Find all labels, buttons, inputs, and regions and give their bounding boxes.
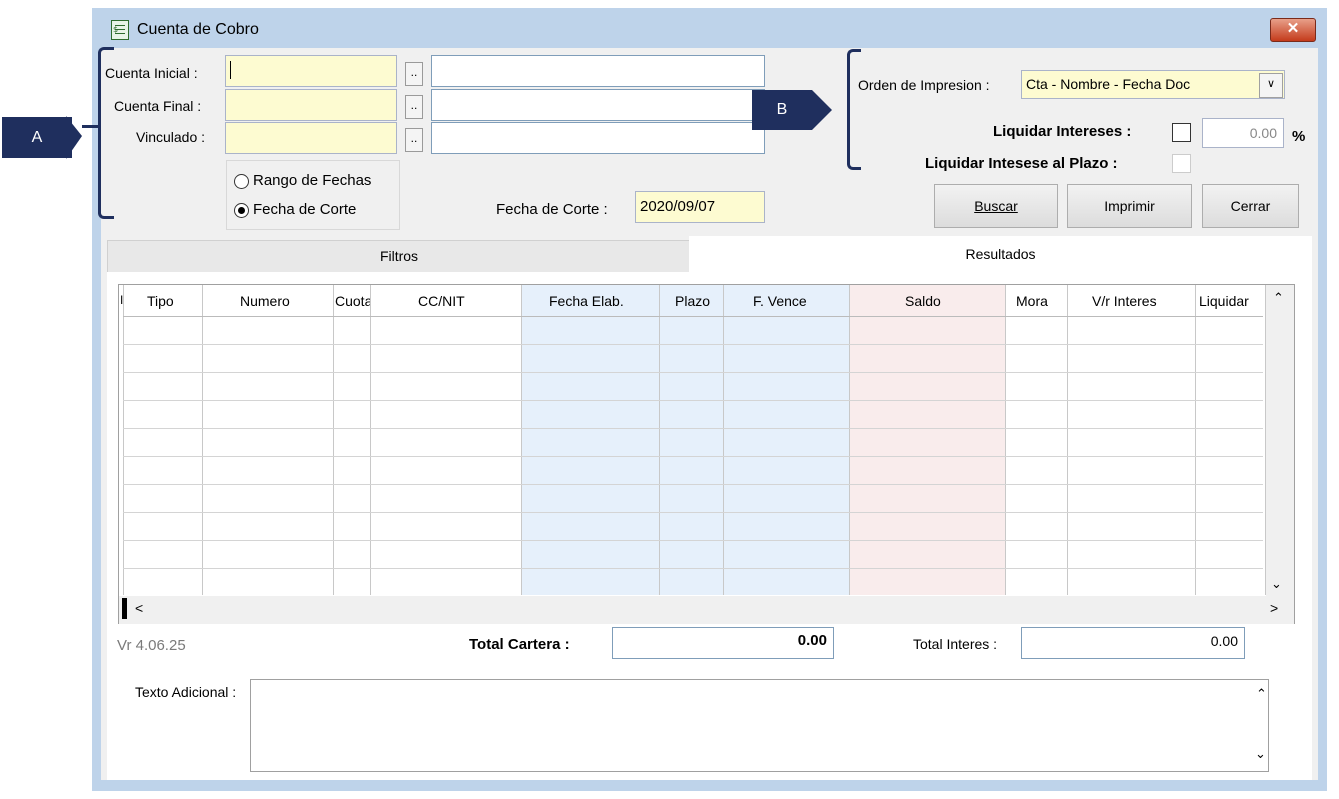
header-tipo[interactable]: Tipo bbox=[147, 293, 174, 309]
interest-rate-input[interactable]: 0.00 bbox=[1202, 118, 1284, 148]
scroll-up-icon[interactable]: ⌃ bbox=[1273, 290, 1284, 306]
results-table[interactable]: I Tipo Numero Cuota CC/NIT Fecha Elab. P… bbox=[118, 284, 1295, 624]
table-row[interactable] bbox=[123, 512, 1263, 513]
col-saldo bbox=[850, 285, 1006, 595]
callout-b-label: B bbox=[752, 90, 812, 130]
table-row[interactable] bbox=[123, 428, 1263, 429]
cuenta-inicial-name-field bbox=[431, 55, 765, 87]
cuenta-inicial-label: Cuenta Inicial : bbox=[105, 65, 198, 81]
scroll-thumb[interactable] bbox=[122, 598, 127, 619]
header-f-vence[interactable]: F. Vence bbox=[753, 293, 807, 309]
date-mode-group bbox=[226, 160, 400, 230]
svg-text:$: $ bbox=[113, 25, 118, 34]
col-fecha-elab bbox=[522, 285, 660, 595]
texto-adicional-textarea[interactable] bbox=[250, 679, 1269, 772]
table-row[interactable] bbox=[123, 400, 1263, 401]
close-button[interactable]: ✕ bbox=[1270, 18, 1316, 42]
col-mora bbox=[1006, 285, 1068, 595]
header-saldo[interactable]: Saldo bbox=[905, 293, 941, 309]
chevron-down-icon[interactable]: ∨ bbox=[1259, 73, 1283, 98]
col-ccnit bbox=[371, 285, 522, 595]
callout-a-tick bbox=[82, 125, 98, 128]
vinculado-name-field bbox=[431, 122, 765, 154]
textarea-scroll-down-icon[interactable]: ⌄ bbox=[1255, 746, 1266, 762]
callout-b-arrow bbox=[812, 90, 832, 130]
col-liquidar bbox=[1196, 285, 1266, 595]
col-cuota bbox=[334, 285, 371, 595]
header-vr-interes[interactable]: V/r Interes bbox=[1092, 293, 1157, 309]
header-divider bbox=[123, 316, 1263, 317]
callout-a-arrow bbox=[66, 116, 82, 159]
buscar-button[interactable]: Buscar bbox=[934, 184, 1058, 228]
header-ccnit[interactable]: CC/NIT bbox=[418, 293, 465, 309]
liquidar-plazo-checkbox[interactable] bbox=[1172, 154, 1191, 173]
table-row[interactable] bbox=[123, 456, 1263, 457]
vertical-scrollbar[interactable] bbox=[1266, 285, 1294, 600]
header-cuota[interactable]: Cuota bbox=[335, 293, 370, 309]
cuenta-final-label: Cuenta Final : bbox=[114, 98, 202, 114]
cuenta-inicial-input[interactable] bbox=[225, 55, 397, 87]
vinculado-lookup-button[interactable]: .. bbox=[405, 128, 423, 152]
callout-a-label: A bbox=[2, 117, 72, 158]
col-vr-interes bbox=[1068, 285, 1196, 595]
col-numero bbox=[203, 285, 334, 595]
rango-fechas-label[interactable]: Rango de Fechas bbox=[253, 172, 371, 189]
header-liquidar[interactable]: Liquidar bbox=[1199, 293, 1263, 309]
table-row[interactable] bbox=[123, 568, 1263, 569]
table-row[interactable] bbox=[123, 484, 1263, 485]
fecha-corte-radio-label[interactable]: Fecha de Corte bbox=[253, 201, 356, 218]
cerrar-button[interactable]: Cerrar bbox=[1202, 184, 1299, 228]
col-f-vence bbox=[724, 285, 850, 595]
callout-b-bracket bbox=[847, 49, 861, 170]
liquidar-plazo-label: Liquidar Intesese al Plazo : bbox=[925, 155, 1118, 172]
col-plazo bbox=[660, 285, 724, 595]
orden-impresion-select[interactable]: Cta - Nombre - Fecha Doc bbox=[1021, 70, 1285, 99]
liquidar-intereses-checkbox[interactable] bbox=[1172, 123, 1191, 142]
cuenta-inicial-lookup-button[interactable]: .. bbox=[405, 62, 423, 86]
table-row[interactable] bbox=[123, 372, 1263, 373]
textarea-scroll-up-icon[interactable]: ⌃ bbox=[1256, 686, 1267, 702]
header-numero[interactable]: Numero bbox=[240, 293, 290, 309]
title-bar[interactable] bbox=[92, 8, 1327, 48]
orden-impresion-label: Orden de Impresion : bbox=[858, 77, 990, 93]
scroll-left-icon[interactable]: < bbox=[135, 600, 143, 616]
tab-resultados[interactable]: Resultados bbox=[689, 236, 1312, 274]
fecha-corte-label: Fecha de Corte : bbox=[496, 201, 608, 218]
text-cursor bbox=[230, 61, 231, 79]
horizontal-scrollbar[interactable] bbox=[119, 596, 1294, 624]
total-cartera-label: Total Cartera : bbox=[469, 636, 570, 653]
vinculado-label: Vinculado : bbox=[136, 129, 206, 145]
cuenta-final-input[interactable] bbox=[225, 89, 397, 121]
rango-fechas-radio[interactable] bbox=[234, 174, 249, 189]
table-row[interactable] bbox=[123, 344, 1263, 345]
total-cartera-field: 0.00 bbox=[612, 627, 834, 659]
cuenta-final-name-field bbox=[431, 89, 765, 121]
callout-a-bracket bbox=[98, 47, 114, 219]
header-mora[interactable]: Mora bbox=[1016, 293, 1048, 309]
cuenta-final-lookup-button[interactable]: .. bbox=[405, 95, 423, 119]
total-interes-label: Total Interes : bbox=[913, 636, 998, 652]
table-row[interactable] bbox=[123, 540, 1263, 541]
header-i[interactable]: I bbox=[120, 293, 124, 307]
percent-unit: % bbox=[1292, 128, 1306, 145]
total-interes-field: 0.00 bbox=[1021, 627, 1245, 659]
col-tipo bbox=[124, 285, 203, 595]
tab-filtros[interactable]: Filtros bbox=[107, 240, 691, 273]
liquidar-intereses-label: Liquidar Intereses : bbox=[993, 123, 1132, 140]
fecha-corte-input[interactable]: 2020/09/07 bbox=[635, 191, 765, 223]
texto-adicional-label: Texto Adicional : bbox=[135, 684, 237, 700]
imprimir-button[interactable]: Imprimir bbox=[1067, 184, 1192, 228]
header-plazo[interactable]: Plazo bbox=[675, 293, 710, 309]
window-title: Cuenta de Cobro bbox=[137, 21, 259, 38]
scroll-right-icon[interactable]: > bbox=[1270, 600, 1278, 616]
version-label: Vr 4.06.25 bbox=[117, 637, 186, 654]
spreadsheet-icon: $ bbox=[111, 20, 129, 40]
scroll-down-icon[interactable]: ⌄ bbox=[1271, 576, 1282, 592]
header-fecha-elab[interactable]: Fecha Elab. bbox=[549, 293, 624, 309]
vinculado-input[interactable] bbox=[225, 122, 397, 154]
fecha-corte-radio[interactable] bbox=[234, 203, 249, 218]
